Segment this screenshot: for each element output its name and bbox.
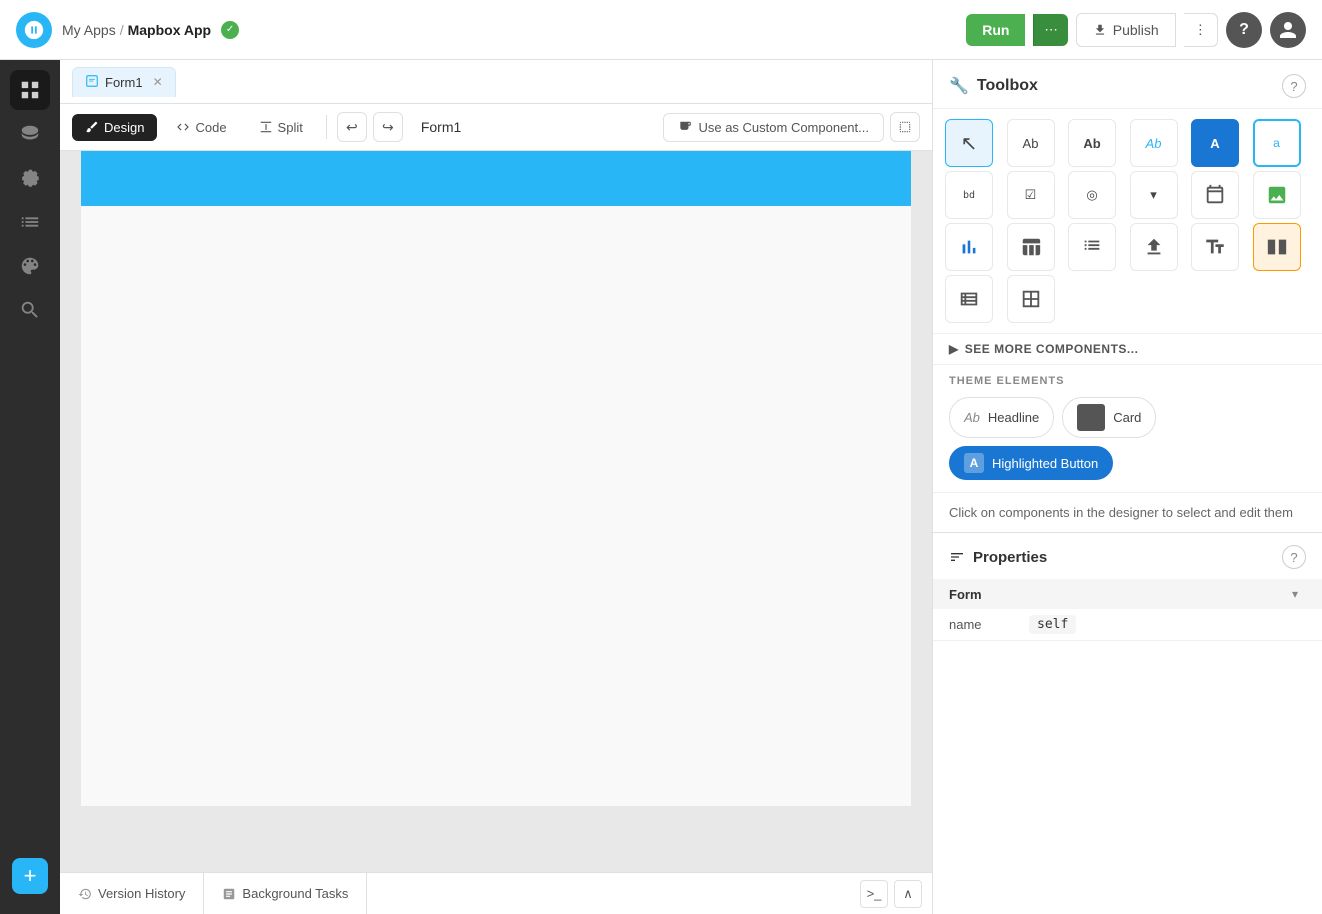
bottom-actions: >_ ∧ xyxy=(850,873,932,914)
property-row-name: name self xyxy=(933,609,1322,641)
tab-label: Form1 xyxy=(105,75,143,90)
tool-layout1[interactable] xyxy=(945,275,993,323)
see-more-components[interactable]: ▶ SEE MORE COMPONENTS... xyxy=(933,333,1322,364)
sidebar-item-settings[interactable] xyxy=(10,158,50,198)
tool-text-normal[interactable]: Ab xyxy=(1007,119,1055,167)
sidebar-item-theme[interactable] xyxy=(10,246,50,286)
tool-text-highlighted[interactable]: A xyxy=(1191,119,1239,167)
tool-text-italic[interactable]: Ab xyxy=(1130,119,1178,167)
design-tab-button[interactable]: Design xyxy=(72,114,157,141)
split-tab-button[interactable]: Split xyxy=(246,114,316,141)
form-title: Form1 xyxy=(421,119,461,135)
canvas-inner xyxy=(81,151,911,806)
bottom-bar: Version History Background Tasks >_ ∧ xyxy=(60,872,932,914)
properties-header: Properties ? xyxy=(933,533,1322,579)
tab-bar: Form1 ✕ xyxy=(60,60,932,104)
properties-section: Properties ? Form ▾ name self xyxy=(933,532,1322,914)
tool-cursor[interactable]: ↖ xyxy=(945,119,993,167)
tool-columns[interactable] xyxy=(1253,223,1301,271)
background-tasks-tab[interactable]: Background Tasks xyxy=(204,873,367,914)
tool-checkbox[interactable]: ☑ xyxy=(1007,171,1055,219)
topbar-left: My Apps / Mapbox App xyxy=(16,12,239,48)
tool-upload[interactable] xyxy=(1130,223,1178,271)
run-button[interactable]: Run xyxy=(966,14,1025,46)
tab-close-button[interactable]: ✕ xyxy=(153,75,163,89)
properties-form-row: Form ▾ xyxy=(933,579,1322,609)
run-more-icon: ⋯ xyxy=(1044,22,1057,37)
expand-button[interactable]: ∧ xyxy=(894,880,922,908)
main-layout: + Form1 ✕ Design Code xyxy=(0,60,1322,914)
toolbar-right: Use as Custom Component... xyxy=(663,112,920,142)
publish-button[interactable]: Publish xyxy=(1076,13,1176,47)
toolbox-help-button[interactable]: ? xyxy=(1282,74,1306,98)
tool-text-field[interactable] xyxy=(1191,223,1239,271)
card-icon xyxy=(1077,404,1105,431)
tab-icon xyxy=(85,74,99,91)
canvas-wrapper[interactable] xyxy=(60,151,932,872)
code-tab-button[interactable]: Code xyxy=(163,114,239,141)
theme-item-highlighted-button[interactable]: A Highlighted Button xyxy=(949,446,1113,480)
breadcrumb-current: Mapbox App xyxy=(128,22,211,38)
sidebar-item-search[interactable] xyxy=(10,290,50,330)
tool-layout2[interactable] xyxy=(1007,275,1055,323)
theme-items-list: Ab Headline Card A Highlighted Button xyxy=(949,397,1306,480)
publish-more-button[interactable]: ⋮ xyxy=(1184,13,1218,47)
sidebar-item-screens[interactable] xyxy=(10,70,50,110)
run-more-button[interactable]: ⋯ xyxy=(1033,14,1067,46)
toggle-panel-button[interactable] xyxy=(890,112,920,142)
tool-radio[interactable]: ◎ xyxy=(1068,171,1116,219)
tool-dropdown[interactable]: ▾ xyxy=(1130,171,1178,219)
user-avatar[interactable] xyxy=(1270,12,1306,48)
theme-elements-label: THEME ELEMENTS xyxy=(949,375,1306,387)
breadcrumb-parent[interactable]: My Apps xyxy=(62,22,116,38)
tool-text-bold[interactable]: Ab xyxy=(1068,119,1116,167)
left-sidebar: + xyxy=(0,60,60,914)
theme-elements-section: THEME ELEMENTS Ab Headline Card A Highli… xyxy=(933,364,1322,492)
highlighted-button-icon: A xyxy=(964,453,984,473)
toolbox-header: 🔧 Toolbox ? xyxy=(933,60,1322,109)
wrench-icon: 🔧 xyxy=(949,76,969,96)
toolbox-grid: ↖ Ab Ab Ab A a bd ☑ ◎ ▾ xyxy=(933,109,1322,333)
toolbar-separator xyxy=(326,115,327,139)
properties-help-button[interactable]: ? xyxy=(1282,545,1306,569)
custom-component-button[interactable]: Use as Custom Component... xyxy=(663,113,884,142)
terminal-button[interactable]: >_ xyxy=(860,880,888,908)
theme-item-card[interactable]: Card xyxy=(1062,397,1156,438)
properties-form-select[interactable]: ▾ xyxy=(1284,583,1306,605)
sidebar-add-button[interactable]: + xyxy=(12,858,48,894)
sidebar-item-layout[interactable] xyxy=(10,202,50,242)
tool-calendar[interactable] xyxy=(1191,171,1239,219)
right-panel: 🔧 Toolbox ? ↖ Ab Ab Ab A a bd ☑ ◎ ▾ xyxy=(932,60,1322,914)
theme-item-headline[interactable]: Ab Headline xyxy=(949,397,1054,438)
chevron-right-icon: ▶ xyxy=(949,342,959,356)
canvas-body xyxy=(81,206,911,806)
toolbox-title: 🔧 Toolbox xyxy=(949,76,1038,96)
status-indicator xyxy=(221,21,239,39)
help-button[interactable]: ? xyxy=(1226,12,1262,48)
tool-table[interactable] xyxy=(1007,223,1055,271)
tool-text-outline[interactable]: a xyxy=(1253,119,1301,167)
app-logo[interactable] xyxy=(16,12,52,48)
properties-title: Properties xyxy=(949,549,1047,566)
editor-toolbar: Design Code Split ↩ ↪ Form1 Use as Custo… xyxy=(60,104,932,151)
topbar: My Apps / Mapbox App Run ⋯ Publish ⋮ ? xyxy=(0,0,1322,60)
headline-icon: Ab xyxy=(964,410,980,425)
tool-list[interactable] xyxy=(1068,223,1116,271)
sidebar-item-data[interactable] xyxy=(10,114,50,154)
tab-form1[interactable]: Form1 ✕ xyxy=(72,67,176,97)
publish-more-icon: ⋮ xyxy=(1194,22,1207,37)
tool-chart[interactable] xyxy=(945,223,993,271)
undo-button[interactable]: ↩ xyxy=(337,112,367,142)
topbar-right: Run ⋯ Publish ⋮ ? xyxy=(966,12,1306,48)
tool-input[interactable]: bd xyxy=(945,171,993,219)
redo-button[interactable]: ↪ xyxy=(373,112,403,142)
breadcrumb-separator: / xyxy=(120,22,124,38)
tool-image[interactable] xyxy=(1253,171,1301,219)
version-history-tab[interactable]: Version History xyxy=(60,873,204,914)
breadcrumb: My Apps / Mapbox App xyxy=(62,22,211,38)
canvas-header xyxy=(81,151,911,206)
designer-info-text: Click on components in the designer to s… xyxy=(933,492,1322,532)
chevron-down-icon: ▾ xyxy=(1292,587,1298,601)
editor-area: Form1 ✕ Design Code Split ↩ ↪ Form1 xyxy=(60,60,932,914)
